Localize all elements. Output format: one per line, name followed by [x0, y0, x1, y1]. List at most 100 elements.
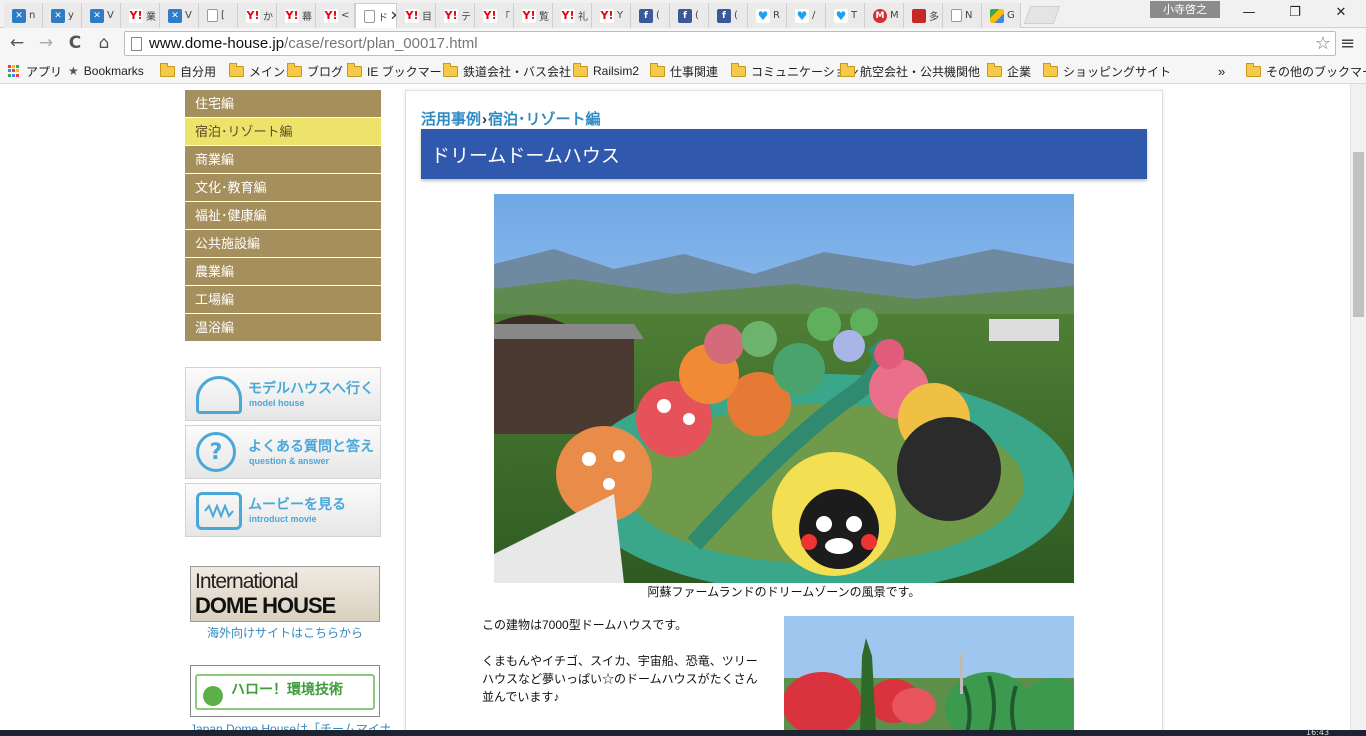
browser-tab[interactable]: Y! 幕 [277, 3, 316, 28]
movie-subtitle: introduct movie [249, 514, 317, 524]
category-nav-item[interactable]: 公共施設編 [185, 230, 381, 258]
profile-name-badge[interactable]: 小寺啓之 [1150, 1, 1220, 18]
m-favicon-icon: M [873, 8, 887, 23]
bookmark-star-icon[interactable]: ☆ [1315, 33, 1331, 54]
new-tab-button[interactable] [1023, 6, 1061, 24]
doc-favicon-icon [364, 9, 375, 23]
breadcrumb-separator-icon: › [482, 111, 488, 128]
browser-tab[interactable]: ✕ V [82, 3, 121, 28]
tab-title: / [812, 10, 816, 21]
browser-tab[interactable]: N [943, 3, 982, 28]
fb-favicon-icon: f [678, 8, 692, 23]
category-nav-item[interactable]: 文化･教育編 [185, 174, 381, 202]
browser-tab[interactable]: Y! 業 [121, 3, 160, 28]
reload-button[interactable]: C [64, 32, 86, 54]
vertical-scrollbar[interactable] [1350, 84, 1366, 736]
back-button[interactable]: ← [6, 32, 28, 54]
browser-tab[interactable]: Y! 「 [475, 3, 514, 28]
category-nav-item[interactable]: 農業編 [185, 258, 381, 286]
faq-button[interactable]: ? よくある質問と答え question & answer [185, 425, 381, 479]
browser-tab[interactable]: ✕ n [4, 3, 43, 28]
tab-strip: ✕n✕y✕VY!業✕V[Y!かY!幕Y!<ド✕Y!目Y!テY!「Y!覧Y!礼Y!… [0, 0, 1366, 28]
body-paragraph: くまもんやイチゴ、スイカ、宇宙船、恐竜、ツリーハウスなど夢いっぱい☆のドームハウ… [482, 654, 758, 704]
y-favicon-icon: Y! [405, 8, 419, 23]
category-nav-item[interactable]: 宿泊･リゾート編 [185, 118, 381, 146]
browser-tab[interactable]: f( [670, 3, 709, 28]
fb-favicon-icon: f [639, 8, 653, 23]
browser-tab[interactable]: Y! 礼 [553, 3, 592, 28]
url-text[interactable]: www.dome-house.jp/case/resort/plan_00017… [149, 35, 478, 52]
breadcrumb-current-link[interactable]: 宿泊･リゾート編 [488, 111, 601, 128]
bookmark-item[interactable]: ブログ [287, 62, 343, 80]
minimize-button[interactable]: — [1226, 0, 1272, 24]
bookmark-item[interactable]: ショッピングサイト [1043, 62, 1171, 80]
category-nav-item[interactable]: 商業編 [185, 146, 381, 174]
address-bar[interactable]: www.dome-house.jp/case/resort/plan_00017… [124, 31, 1336, 56]
bookmarks-overflow-button[interactable]: » [1218, 62, 1225, 80]
breadcrumb: 活用事例›宿泊･リゾート編 [421, 108, 601, 129]
browser-tab[interactable]: Y! Y [592, 3, 631, 28]
bookmark-label: Railsim2 [593, 64, 640, 78]
browser-tab[interactable]: Y! テ [436, 3, 475, 28]
breadcrumb-parent-link[interactable]: 活用事例 [421, 111, 481, 128]
y-favicon-icon: Y! [444, 8, 458, 23]
y-favicon-icon: Y! [285, 8, 299, 23]
international-site-link[interactable]: 海外向けサイトはこちらから [190, 624, 380, 641]
tab-title: y [68, 10, 74, 21]
browser-tab[interactable]: ♥ T [826, 3, 865, 28]
browser-tab[interactable]: f( [631, 3, 670, 28]
close-window-button[interactable]: ✕ [1318, 0, 1364, 24]
bookmark-item[interactable]: 鉄道会社・バス会社 [443, 62, 571, 80]
browser-tab[interactable]: MM [865, 3, 904, 28]
browser-tab[interactable]: ♥ R [748, 3, 787, 28]
browser-tab[interactable]: 多 [904, 3, 943, 28]
hello-environment-banner[interactable]: ハロー！環境技術 [190, 665, 380, 717]
bookmark-item[interactable]: 自分用 [160, 62, 216, 80]
browser-tab[interactable]: Y! 目 [397, 3, 436, 28]
home-button[interactable]: ⌂ [93, 32, 115, 54]
browser-tab[interactable]: ド✕ [355, 3, 397, 28]
category-nav-item[interactable]: 温浴編 [185, 314, 381, 342]
y-favicon-icon: Y! [246, 8, 260, 23]
browser-tab[interactable]: Y! < [316, 3, 355, 28]
page-title-bar: ドリームドームハウス [421, 129, 1147, 179]
folder-icon [1043, 62, 1058, 77]
tab-title: V [185, 10, 192, 21]
forward-button[interactable]: → [35, 32, 57, 54]
browser-tab[interactable]: ✕ V [160, 3, 199, 28]
folder-icon [229, 62, 244, 77]
category-nav-item[interactable]: 住宅編 [185, 90, 381, 118]
movie-button[interactable]: ムービーを見る introduct movie [185, 483, 381, 537]
model-house-button[interactable]: モデルハウスへ行く model house [185, 367, 381, 421]
browser-tab[interactable]: ♥ / [787, 3, 826, 28]
browser-tab[interactable]: G [982, 3, 1021, 28]
folder-icon [650, 62, 665, 77]
browser-tab[interactable]: f( [709, 3, 748, 28]
tab-title: 「 [500, 12, 510, 23]
bookmark-item[interactable]: Railsim2 [573, 62, 639, 80]
bookmark-item[interactable]: アプリ [8, 62, 62, 80]
bookmark-item[interactable]: 航空会社・公共機関他 [840, 62, 980, 80]
bookmark-item[interactable]: ★ Bookmarks [68, 62, 144, 80]
bookmark-item[interactable]: 企業 [987, 62, 1031, 80]
browser-tab[interactable]: Y! 覧 [514, 3, 553, 28]
restore-button[interactable]: ❐ [1272, 0, 1318, 24]
browser-tab[interactable]: ✕ y [43, 3, 82, 28]
bookmark-item[interactable]: メイン [229, 62, 285, 80]
category-nav-item[interactable]: 工場編 [185, 286, 381, 314]
close-tab-icon[interactable]: ✕ [390, 9, 396, 24]
chrome-menu-icon[interactable]: ≡ [1340, 33, 1355, 54]
bookmark-item[interactable]: 仕事関連 [650, 62, 718, 80]
faq-title: よくある質問と答え [248, 438, 374, 454]
tab-title: V [107, 10, 114, 21]
browser-tab[interactable]: Y! か [238, 3, 277, 28]
other-bookmarks-folder[interactable]: その他のブックマーク [1246, 62, 1366, 80]
bookmark-label: IE ブックマーク [367, 64, 454, 79]
page-viewport: 住宅編 宿泊･リゾート編 商業編 文化･教育編 福祉･健康編 公共施設編 農業編 工場編 温浴編… [0, 84, 1350, 736]
browser-tab[interactable]: [ [199, 3, 238, 28]
scrollbar-thumb[interactable] [1353, 152, 1364, 317]
category-nav-item[interactable]: 福祉･健康編 [185, 202, 381, 230]
bookmark-item[interactable]: IE ブックマーク [347, 62, 454, 80]
international-dome-house-banner[interactable]: International DOME HOUSE [190, 566, 380, 622]
tab-title: n [29, 10, 36, 21]
